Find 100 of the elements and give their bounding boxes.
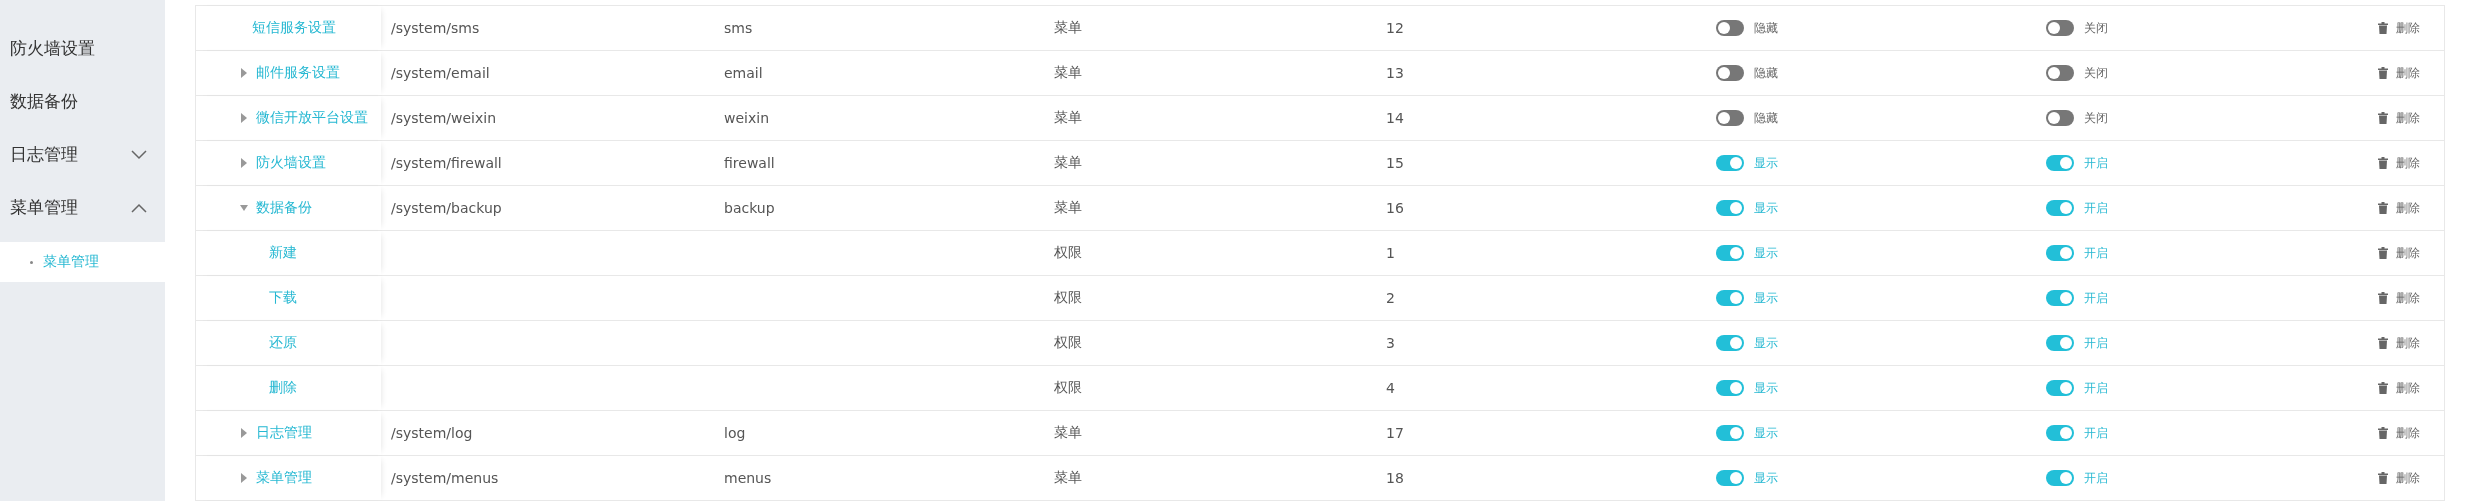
toggle-label: 隐藏 [1754, 19, 1778, 37]
sidebar-item[interactable]: 数据备份 [0, 75, 165, 128]
toggle-switch[interactable] [1716, 155, 1744, 171]
table-cell: 13 [1386, 65, 1404, 81]
caret-right-icon[interactable] [240, 68, 248, 78]
trash-icon [2378, 112, 2388, 124]
toggle-switch[interactable] [2046, 380, 2074, 396]
table-cell: 2 [1386, 290, 1395, 306]
toggle-switch[interactable] [1716, 425, 1744, 441]
toggle-switch[interactable] [1716, 335, 1744, 351]
toggle-switch[interactable] [1716, 470, 1744, 486]
table-cell: 权限 [1054, 244, 1082, 260]
toggle-switch[interactable] [1716, 245, 1744, 261]
caret-right-icon[interactable] [240, 428, 248, 438]
trash-icon [2378, 472, 2388, 484]
table-cell: firewall [724, 155, 775, 171]
table-cell: 14 [1386, 110, 1404, 126]
toggle-switch[interactable] [1716, 110, 1744, 126]
table-cell: 1 [1386, 245, 1395, 261]
table-cell: /system/email [391, 65, 490, 81]
trash-icon [2378, 247, 2388, 259]
table-cell: /system/log [391, 425, 473, 441]
delete-button[interactable]: 删除 [2378, 199, 2420, 217]
toggle-label: 开启 [2084, 379, 2108, 397]
toggle-label: 关闭 [2084, 19, 2108, 37]
table-cell: 18 [1386, 470, 1404, 486]
table-cell: 3 [1386, 335, 1395, 351]
toggle-label: 显示 [1754, 199, 1778, 217]
toggle-switch[interactable] [2046, 65, 2074, 81]
toggle-label: 显示 [1754, 154, 1778, 172]
table-cell: 菜单 [1054, 424, 1082, 440]
trash-icon [2378, 292, 2388, 304]
toggle-label: 显示 [1754, 289, 1778, 307]
table-cell: menus [724, 470, 772, 486]
sidebar-item[interactable]: 日志管理 [0, 128, 165, 181]
table-cell: 菜单 [1054, 469, 1082, 485]
table-cell: sms [724, 20, 753, 36]
sidebar-item[interactable]: 防火墙设置 [0, 22, 165, 75]
table-cell: 4 [1386, 380, 1395, 396]
toggle-label: 隐藏 [1754, 64, 1778, 82]
caret-right-icon[interactable] [240, 473, 248, 483]
toggle-switch[interactable] [2046, 245, 2074, 261]
toggle-label: 开启 [2084, 469, 2108, 487]
toggle-switch[interactable] [1716, 200, 1744, 216]
table-cell: 菜单 [1054, 19, 1082, 35]
trash-icon [2378, 67, 2388, 79]
delete-button[interactable]: 删除 [2378, 424, 2420, 442]
toggle-label: 隐藏 [1754, 109, 1778, 127]
bullet-icon [30, 260, 33, 264]
table-cell: /system/menus [391, 470, 499, 486]
delete-button[interactable]: 删除 [2378, 379, 2420, 397]
trash-icon [2378, 157, 2388, 169]
delete-button[interactable]: 删除 [2378, 469, 2420, 487]
toggle-label: 开启 [2084, 244, 2108, 262]
toggle-switch[interactable] [2046, 425, 2074, 441]
toggle-label: 显示 [1754, 244, 1778, 262]
toggle-switch[interactable] [1716, 290, 1744, 306]
toggle-switch[interactable] [2046, 155, 2074, 171]
delete-button[interactable]: 删除 [2378, 244, 2420, 262]
table-cell: /system/firewall [391, 155, 502, 171]
toggle-switch[interactable] [1716, 380, 1744, 396]
delete-button[interactable]: 删除 [2378, 19, 2420, 37]
toggle-switch[interactable] [2046, 290, 2074, 306]
delete-button[interactable]: 删除 [2378, 109, 2420, 127]
toggle-label: 开启 [2084, 334, 2108, 352]
table-cell: 菜单 [1054, 154, 1082, 170]
caret-right-icon[interactable] [240, 113, 248, 123]
toggle-label: 显示 [1754, 469, 1778, 487]
table-cell: 15 [1386, 155, 1404, 171]
toggle-switch[interactable] [2046, 110, 2074, 126]
table-cell: log [724, 425, 746, 441]
trash-icon [2378, 202, 2388, 214]
table-cell: 12 [1386, 20, 1404, 36]
toggle-label: 显示 [1754, 424, 1778, 442]
toggle-switch[interactable] [1716, 65, 1744, 81]
table-cell: backup [724, 200, 775, 216]
table-cell: 菜单 [1054, 109, 1082, 125]
delete-button[interactable]: 删除 [2378, 64, 2420, 82]
delete-button[interactable]: 删除 [2378, 154, 2420, 172]
table-cell: 菜单 [1054, 64, 1082, 80]
trash-icon [2378, 22, 2388, 34]
table-cell: 16 [1386, 200, 1404, 216]
toggle-label: 显示 [1754, 379, 1778, 397]
table-cell: 权限 [1054, 379, 1082, 395]
toggle-switch[interactable] [2046, 20, 2074, 36]
toggle-label: 开启 [2084, 289, 2108, 307]
caret-down-icon[interactable] [240, 203, 248, 213]
trash-icon [2378, 337, 2388, 349]
toggle-label: 关闭 [2084, 64, 2108, 82]
table-cell: 菜单 [1054, 199, 1082, 215]
toggle-switch[interactable] [1716, 20, 1744, 36]
toggle-switch[interactable] [2046, 470, 2074, 486]
table-cell: /system/sms [391, 20, 480, 36]
toggle-switch[interactable] [2046, 335, 2074, 351]
caret-right-icon[interactable] [240, 158, 248, 168]
delete-button[interactable]: 删除 [2378, 289, 2420, 307]
sidebar-item[interactable]: 菜单管理 [0, 181, 165, 234]
delete-button[interactable]: 删除 [2378, 334, 2420, 352]
table-cell: /system/backup [391, 200, 502, 216]
toggle-switch[interactable] [2046, 200, 2074, 216]
